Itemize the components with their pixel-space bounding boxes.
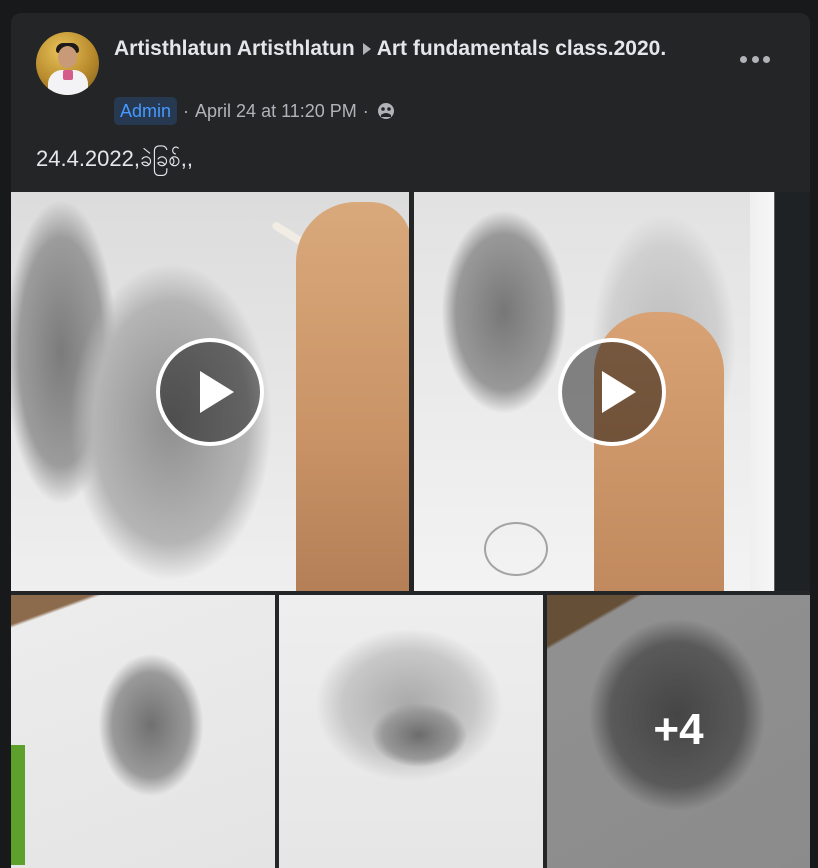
post-text: 24.4.2022,ခဲခြစ်,, <box>36 146 194 171</box>
more-dot-icon <box>740 55 747 63</box>
meta-separator: · <box>183 100 190 121</box>
more-photos-count: +4 <box>653 705 704 754</box>
post-timestamp-link[interactable]: April 24 at 11:20 PM <box>195 101 357 122</box>
play-icon[interactable] <box>558 337 666 446</box>
video-thumbnail[interactable] <box>414 192 810 591</box>
more-options-button[interactable] <box>740 49 770 69</box>
group-name-link[interactable]: Art fundamentals class.2020. <box>377 37 666 60</box>
post-meta: Admin · April 24 at 11:20 PM · <box>114 97 395 125</box>
play-triangle <box>200 370 234 413</box>
window-frame <box>750 192 810 591</box>
group-audience-icon[interactable] <box>377 102 395 120</box>
post-header: Artisthlatun Artisthlatun Art fundamental… <box>114 34 734 64</box>
photo-thumbnail[interactable] <box>279 595 543 868</box>
author-name-link[interactable]: Artisthlatun Artisthlatun <box>114 37 355 60</box>
post-card: Artisthlatun Artisthlatun Art fundamental… <box>11 13 810 868</box>
caret-right-icon <box>362 42 371 55</box>
avatar-collar <box>63 70 73 80</box>
admin-badge[interactable]: Admin <box>114 97 178 125</box>
avatar-face <box>58 46 77 68</box>
author-avatar[interactable] <box>36 32 99 95</box>
hand-drawing <box>296 202 409 591</box>
play-icon[interactable] <box>156 337 264 446</box>
flower-sketch <box>484 522 548 576</box>
play-triangle <box>602 370 636 413</box>
more-dot-icon <box>763 55 770 63</box>
meta-separator: · <box>362 100 369 121</box>
green-package <box>11 745 25 865</box>
more-dot-icon <box>751 55 759 63</box>
photo-thumbnail-more[interactable]: +4 <box>547 595 810 868</box>
video-thumbnail[interactable] <box>11 192 409 591</box>
photo-thumbnail[interactable] <box>11 595 275 868</box>
